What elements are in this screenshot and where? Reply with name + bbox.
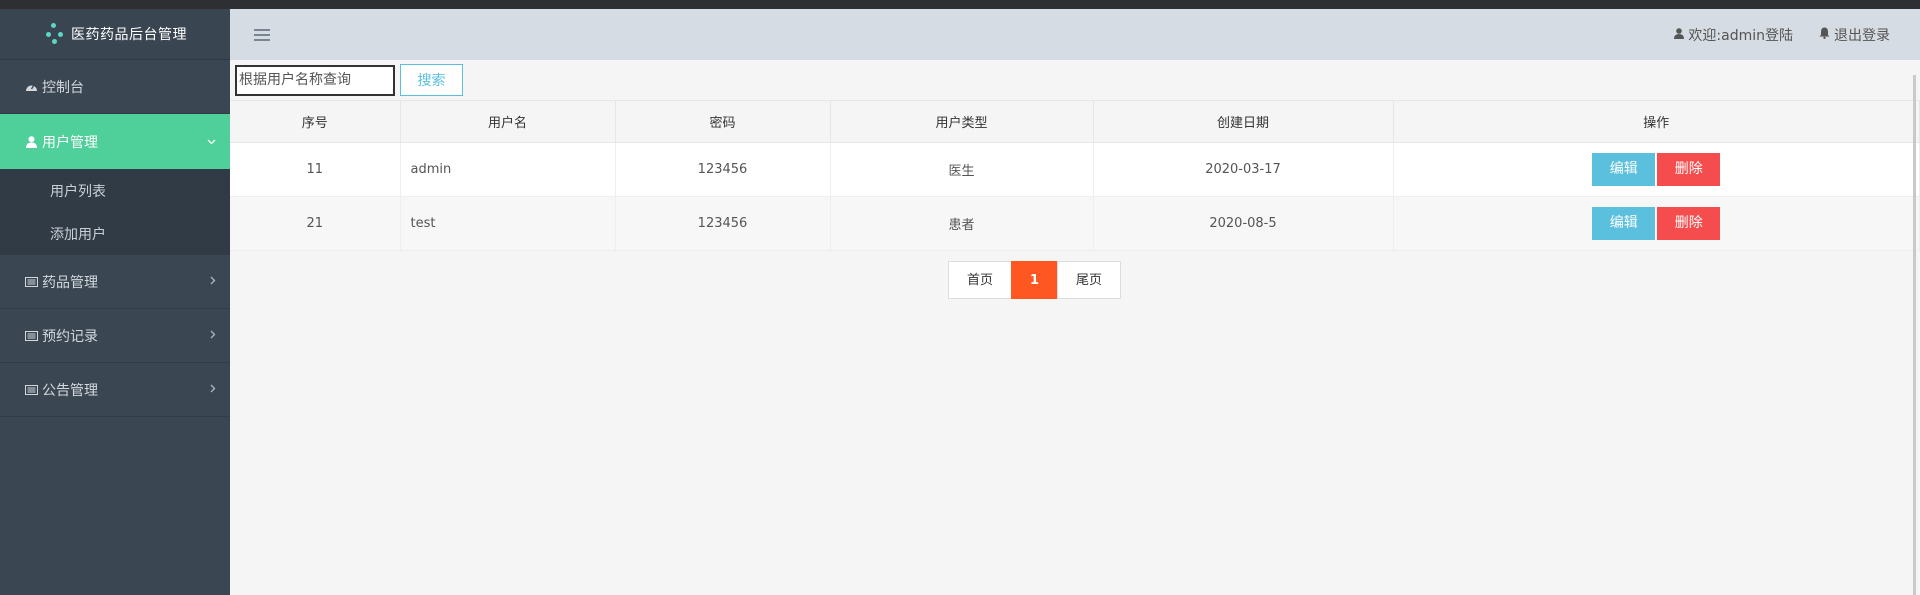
- cell-actions: 编辑 删除: [1393, 196, 1920, 251]
- cell-password: 123456: [615, 196, 831, 251]
- cell-type: 医生: [830, 142, 1094, 197]
- welcome-user-link[interactable]: 欢迎:admin登陆: [1674, 25, 1793, 45]
- cell-password: 123456: [615, 142, 831, 197]
- search-button[interactable]: 搜索: [400, 64, 463, 96]
- table-header-row: 序号 用户名 密码 用户类型 创建日期 操作: [230, 100, 1920, 143]
- column-header-password: 密码: [615, 100, 831, 143]
- cell-actions: 编辑 删除: [1393, 142, 1920, 197]
- logout-text: 退出登录: [1834, 27, 1890, 44]
- sidebar-item-appointments[interactable]: 预约记录: [0, 309, 230, 363]
- user-table: 序号 用户名 密码 用户类型 创建日期 操作 11 admin 123456 医…: [230, 100, 1920, 251]
- cell-id: 21: [230, 196, 401, 251]
- window-top-strip: [0, 0, 1920, 9]
- menu-toggle-icon[interactable]: [254, 28, 270, 41]
- search-toolbar: 搜索: [230, 60, 1920, 100]
- sidebar-item-label: 预约记录: [42, 328, 98, 345]
- search-input[interactable]: [235, 64, 395, 96]
- delete-button[interactable]: 删除: [1657, 153, 1721, 186]
- column-header-username: 用户名: [400, 100, 616, 143]
- list-icon: [24, 276, 38, 288]
- main-content: 搜索 序号 用户名 密码 用户类型 创建日期 操作 11 admin 12345…: [230, 60, 1920, 595]
- chevron-right-icon: [210, 382, 216, 397]
- list-icon: [24, 330, 38, 342]
- welcome-text: 欢迎:admin登陆: [1688, 27, 1793, 44]
- brand-title: 医药药品后台管理: [71, 27, 187, 43]
- sidebar-item-label: 用户管理: [42, 134, 98, 151]
- chevron-right-icon: [210, 274, 216, 289]
- column-header-actions: 操作: [1393, 100, 1920, 143]
- logout-link[interactable]: 退出登录: [1819, 25, 1890, 45]
- cell-type: 患者: [830, 196, 1094, 251]
- bell-icon: [1819, 27, 1830, 43]
- submenu-item-user-list[interactable]: 用户列表: [0, 169, 230, 212]
- sidebar-nav: 控制台 用户管理 用户列表 添加用户 药品管理 预约记录 公告管理: [0, 60, 230, 417]
- vertical-scrollbar[interactable]: [1913, 75, 1916, 595]
- sidebar-item-notices[interactable]: 公告管理: [0, 363, 230, 417]
- column-header-id: 序号: [230, 100, 401, 143]
- sidebar: 医药药品后台管理 控制台 用户管理 用户列表 添加用户 药品管理 预约记录 公告…: [0, 9, 230, 595]
- brand[interactable]: 医药药品后台管理: [0, 9, 230, 60]
- cell-id: 11: [230, 142, 401, 197]
- cell-username: test: [400, 196, 616, 251]
- chevron-right-icon: [210, 328, 216, 343]
- edit-button[interactable]: 编辑: [1592, 153, 1656, 186]
- top-header: 欢迎:admin登陆 退出登录: [230, 9, 1920, 60]
- sidebar-item-label: 药品管理: [42, 274, 98, 291]
- sidebar-item-label: 控制台: [42, 79, 84, 96]
- last-page-button[interactable]: 尾页: [1057, 261, 1122, 299]
- table-row: 21 test 123456 患者 2020-08-5 编辑 删除: [230, 196, 1920, 251]
- column-header-type: 用户类型: [830, 100, 1094, 143]
- page-button-current[interactable]: 1: [1010, 261, 1059, 299]
- dashboard-icon: [24, 81, 38, 93]
- sidebar-item-users[interactable]: 用户管理: [0, 114, 230, 169]
- cell-username: admin: [400, 142, 616, 197]
- sidebar-item-label: 公告管理: [42, 382, 98, 399]
- user-icon: [1674, 27, 1685, 43]
- header-actions: 欢迎:admin登陆 退出登录: [1674, 25, 1890, 45]
- chevron-down-icon: [207, 134, 216, 149]
- pagination: 首页 1 尾页: [230, 261, 1920, 299]
- delete-button[interactable]: 删除: [1657, 207, 1721, 240]
- first-page-button[interactable]: 首页: [947, 261, 1012, 299]
- users-submenu: 用户列表 添加用户: [0, 169, 230, 255]
- column-header-created: 创建日期: [1093, 100, 1394, 143]
- user-icon: [24, 135, 38, 148]
- submenu-item-add-user[interactable]: 添加用户: [0, 212, 230, 255]
- table-row: 11 admin 123456 医生 2020-03-17 编辑 删除: [230, 142, 1920, 197]
- sidebar-item-dashboard[interactable]: 控制台: [0, 60, 230, 114]
- edit-button[interactable]: 编辑: [1592, 207, 1656, 240]
- sidebar-item-drugs[interactable]: 药品管理: [0, 255, 230, 309]
- logo-icon: [43, 23, 65, 45]
- cell-created: 2020-08-5: [1093, 196, 1394, 251]
- cell-created: 2020-03-17: [1093, 142, 1394, 197]
- list-icon: [24, 384, 38, 396]
